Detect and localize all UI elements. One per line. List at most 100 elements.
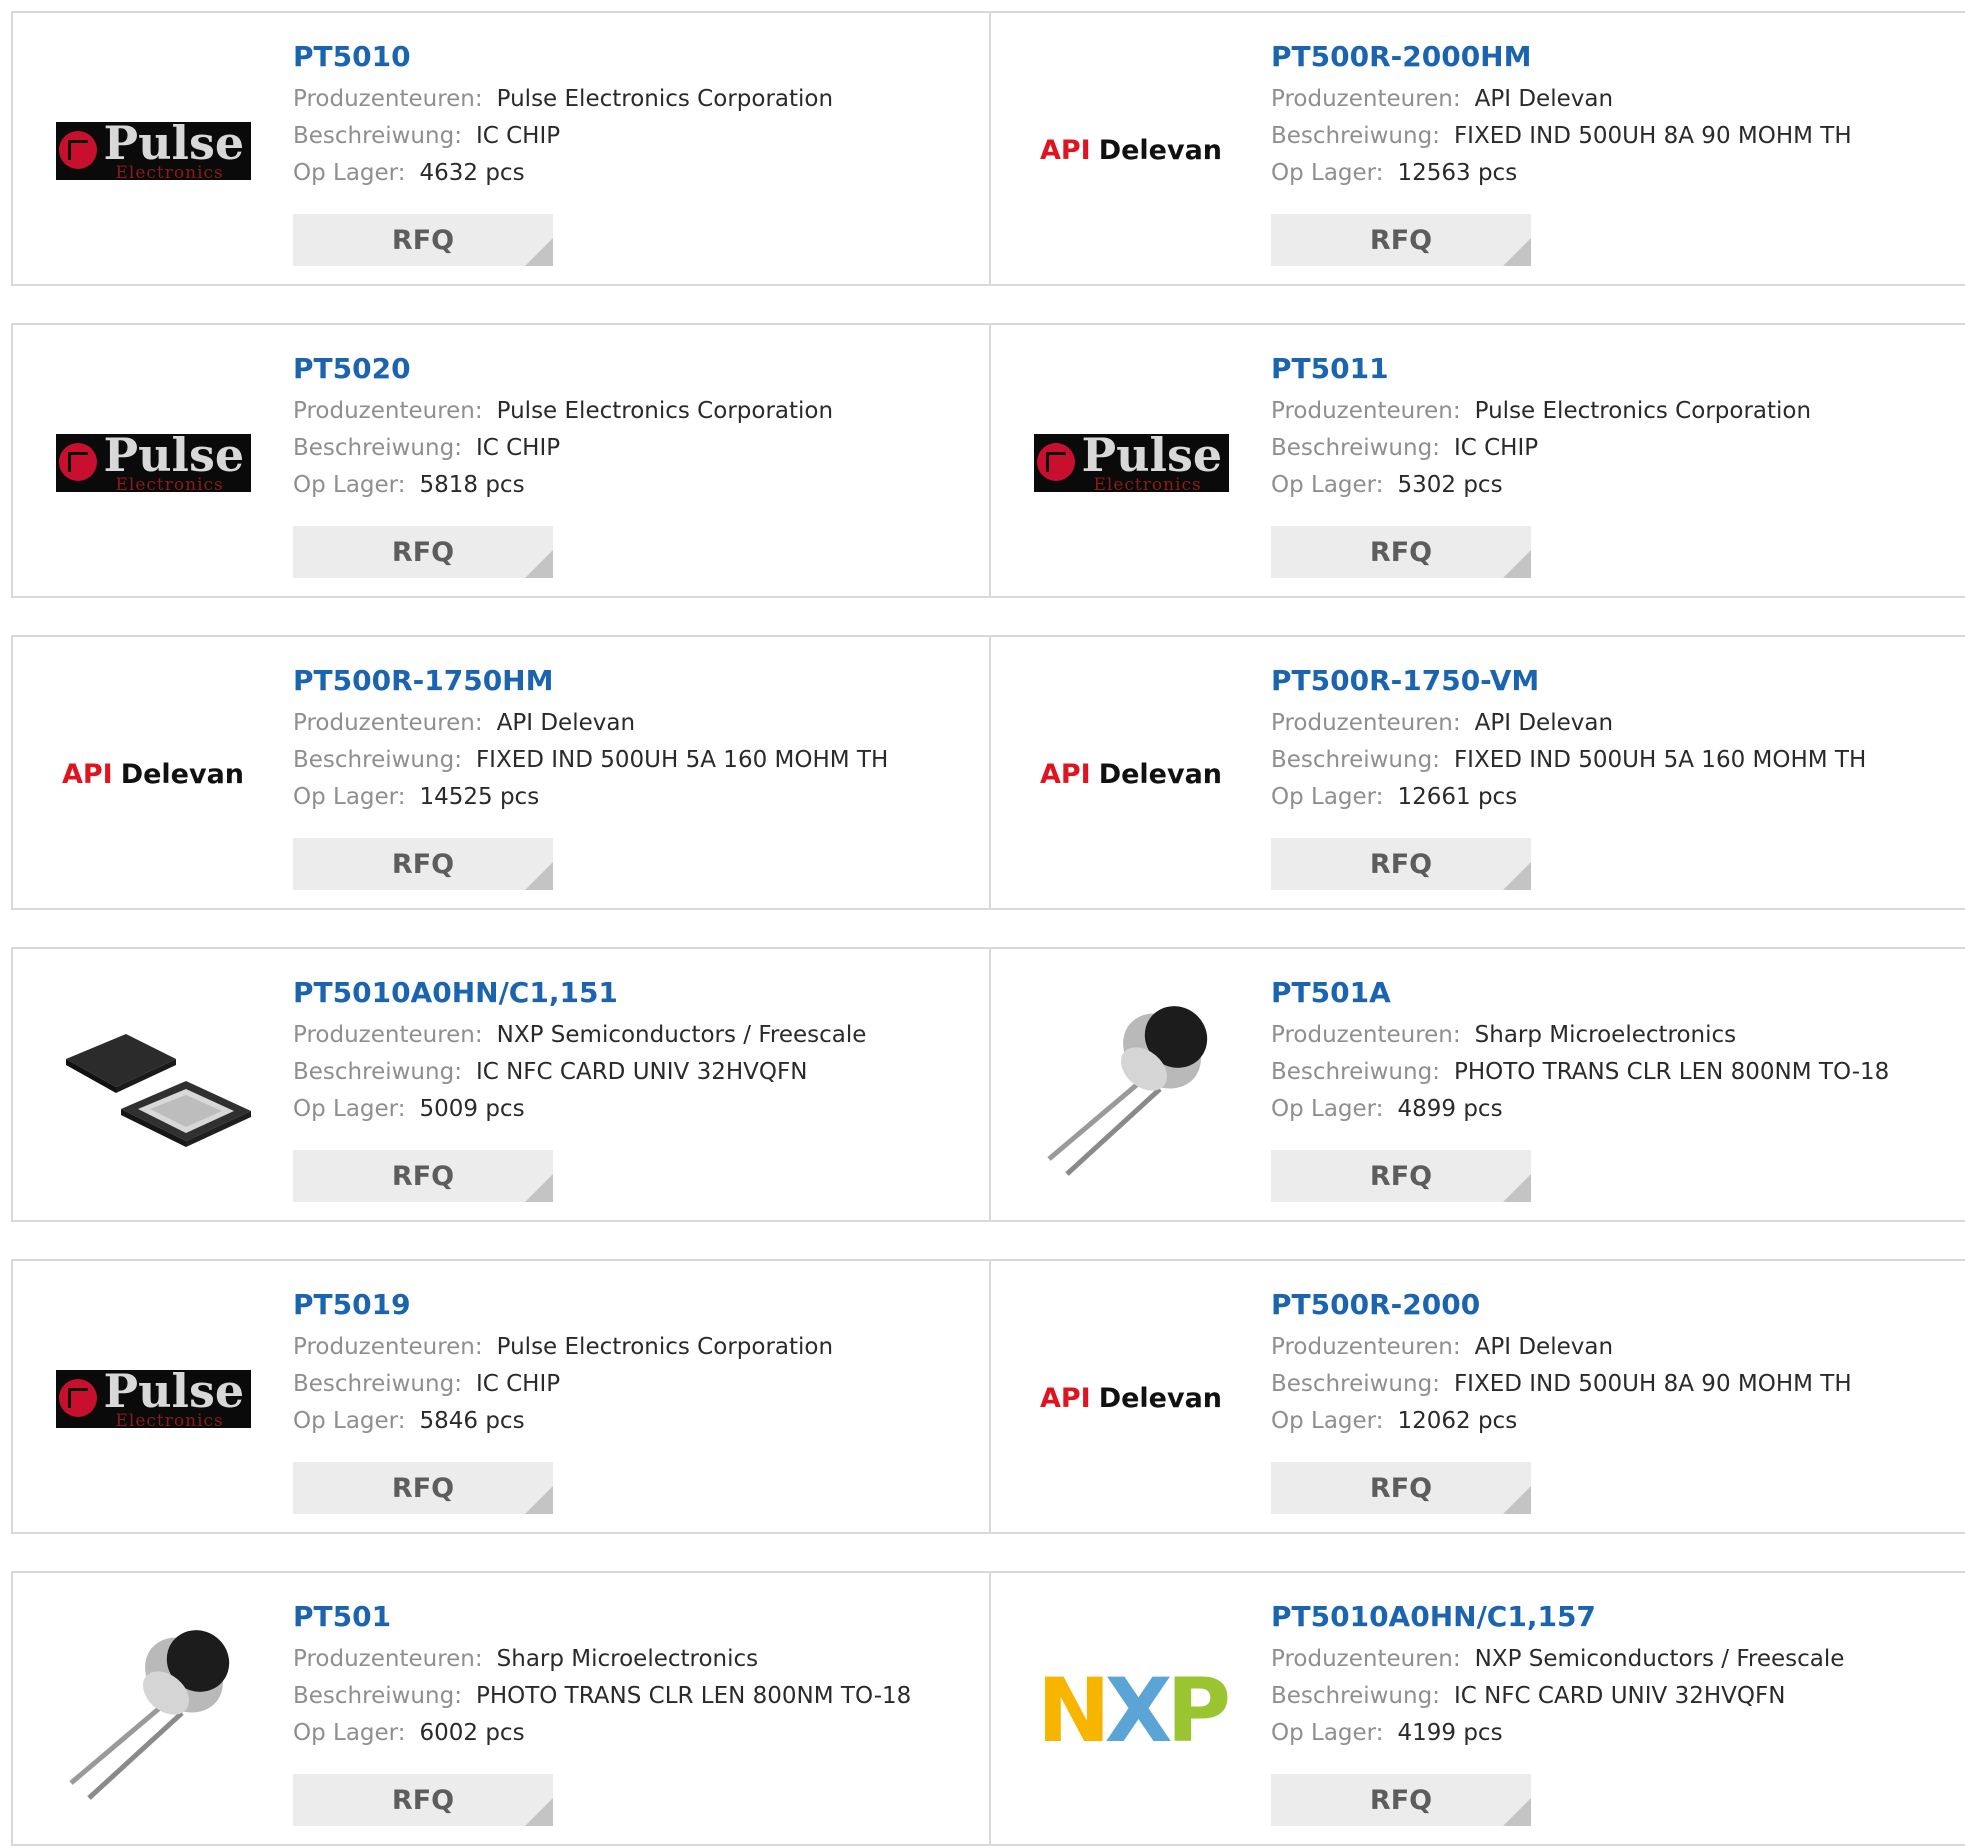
pulse-electronics-logo: Pulse Electronics [1033, 433, 1229, 492]
product-card: NXP PT5010A0HN/C1,157 Produzenteuren: NXP… [989, 1571, 1965, 1846]
corner-triangle-icon [525, 1486, 553, 1514]
description-value: PHOTO TRANS CLR LEN 800NM TO-18 [475, 1683, 912, 1709]
product-name-link[interactable]: PT500R-1750HM [293, 667, 979, 695]
product-image[interactable] [53, 989, 253, 1184]
product-name-link[interactable]: PT500R-2000 [1271, 1291, 1957, 1319]
manufacturer-label: Produzenteuren: [293, 710, 483, 736]
rfq-button[interactable]: RFQ [293, 526, 553, 578]
api-delevan-logo: API Delevan [1040, 759, 1222, 790]
stock-label: Op Lager: [293, 784, 406, 810]
rfq-button[interactable]: RFQ [293, 838, 553, 890]
api-logo-brand: API [1039, 135, 1091, 166]
manufacturer-value: Pulse Electronics Corporation [496, 1334, 834, 1360]
phototransistor-image [1046, 1006, 1207, 1176]
product-name-link[interactable]: PT501A [1271, 979, 1957, 1007]
api-logo-brand: API [61, 759, 113, 790]
product-info: PT5010A0HN/C1,151 Produzenteuren: NXP Sem… [293, 979, 979, 1128]
nxp-logo-n: N [1036, 1658, 1111, 1762]
api-logo-name: Delevan [1098, 759, 1223, 790]
rfq-button[interactable]: RFQ [1271, 1462, 1531, 1514]
pulse-logo-sub: Electronics [115, 162, 224, 180]
product-image[interactable]: Pulse Electronics [53, 53, 253, 248]
rfq-button[interactable]: RFQ [293, 1774, 553, 1826]
product-name-link[interactable]: PT501 [293, 1603, 979, 1631]
product-info: PT501 Produzenteuren: Sharp Microelectron… [293, 1603, 979, 1752]
api-delevan-logo: API Delevan [1040, 135, 1222, 166]
product-name-link[interactable]: PT5011 [1271, 355, 1957, 383]
nxp-logo-p: P [1166, 1658, 1231, 1762]
manufacturer-row: Produzenteuren: Pulse Electronics Corpora… [1271, 393, 1957, 430]
rfq-label: RFQ [1369, 1472, 1433, 1504]
description-label: Beschreiwung: [293, 123, 462, 149]
description-label: Beschreiwung: [1271, 1059, 1440, 1085]
rfq-button[interactable]: RFQ [293, 1462, 553, 1514]
pulse-mark-icon [58, 442, 97, 481]
rfq-label: RFQ [391, 1160, 455, 1192]
product-info: PT5010 Produzenteuren: Pulse Electronics … [293, 43, 979, 192]
manufacturer-value: Pulse Electronics Corporation [496, 398, 834, 424]
product-card: Pulse Electronics PT5020 Produzenteuren:… [11, 323, 989, 598]
description-value: IC NFC CARD UNIV 32HVQFN [1453, 1683, 1786, 1709]
api-logo-brand: API [1039, 1383, 1091, 1414]
product-image[interactable]: Pulse Electronics [1031, 365, 1231, 560]
manufacturer-value: Pulse Electronics Corporation [1474, 398, 1812, 424]
manufacturer-label: Produzenteuren: [293, 1334, 483, 1360]
rfq-button[interactable]: RFQ [1271, 1774, 1531, 1826]
product-name-link[interactable]: PT500R-2000HM [1271, 43, 1957, 71]
corner-triangle-icon [1503, 1486, 1531, 1514]
rfq-button[interactable]: RFQ [293, 214, 553, 266]
stock-value: 4632 pcs [419, 160, 525, 186]
product-name-link[interactable]: PT5019 [293, 1291, 979, 1319]
product-image[interactable]: NXP [1031, 1613, 1231, 1808]
stock-label: Op Lager: [1271, 472, 1384, 498]
product-name-link[interactable]: PT5020 [293, 355, 979, 383]
product-name-link[interactable]: PT5010 [293, 43, 979, 71]
manufacturer-value: Sharp Microelectronics [1474, 1022, 1737, 1048]
stock-row: Op Lager: 6002 pcs [293, 1715, 979, 1752]
product-image[interactable] [1031, 989, 1231, 1184]
stock-label: Op Lager: [1271, 1096, 1384, 1122]
api-logo-name: Delevan [1098, 135, 1223, 166]
description-row: Beschreiwung: FIXED IND 500UH 8A 90 MOHM … [1271, 1366, 1957, 1403]
corner-triangle-icon [525, 1174, 553, 1202]
product-image[interactable]: Pulse Electronics [53, 365, 253, 560]
rfq-button[interactable]: RFQ [293, 1150, 553, 1202]
product-info: PT5019 Produzenteuren: Pulse Electronics … [293, 1291, 979, 1440]
manufacturer-value: API Delevan [1474, 710, 1614, 736]
product-image[interactable] [53, 1613, 253, 1808]
stock-label: Op Lager: [1271, 1720, 1384, 1746]
stock-label: Op Lager: [1271, 160, 1384, 186]
stock-label: Op Lager: [293, 1408, 406, 1434]
description-row: Beschreiwung: FIXED IND 500UH 5A 160 MOHM… [293, 742, 979, 779]
product-image[interactable]: API Delevan [53, 677, 253, 872]
product-image[interactable]: API Delevan [1031, 677, 1231, 872]
manufacturer-label: Produzenteuren: [293, 1022, 483, 1048]
rfq-button[interactable]: RFQ [1271, 838, 1531, 890]
product-image[interactable]: API Delevan [1031, 1301, 1231, 1496]
stock-value: 5302 pcs [1397, 472, 1503, 498]
manufacturer-value: Sharp Microelectronics [496, 1646, 759, 1672]
manufacturer-label: Produzenteuren: [293, 1646, 483, 1672]
manufacturer-value: NXP Semiconductors / Freescale [1474, 1646, 1845, 1672]
manufacturer-label: Produzenteuren: [1271, 1646, 1461, 1672]
product-card: Pulse Electronics PT5010 Produzenteuren:… [11, 11, 989, 286]
product-name-link[interactable]: PT500R-1750-VM [1271, 667, 1957, 695]
description-row: Beschreiwung: IC NFC CARD UNIV 32HVQFN [293, 1054, 979, 1091]
product-name-link[interactable]: PT5010A0HN/C1,151 [293, 979, 979, 1007]
manufacturer-row: Produzenteuren: Pulse Electronics Corpora… [293, 1329, 979, 1366]
manufacturer-label: Produzenteuren: [1271, 86, 1461, 112]
product-name-link[interactable]: PT5010A0HN/C1,157 [1271, 1603, 1957, 1631]
product-image[interactable]: Pulse Electronics [53, 1301, 253, 1496]
description-label: Beschreiwung: [1271, 747, 1440, 773]
rfq-button[interactable]: RFQ [1271, 214, 1531, 266]
rfq-button[interactable]: RFQ [1271, 526, 1531, 578]
api-logo-brand: API [1039, 759, 1091, 790]
corner-triangle-icon [525, 1798, 553, 1826]
product-image[interactable]: API Delevan [1031, 53, 1231, 248]
rfq-button[interactable]: RFQ [1271, 1150, 1531, 1202]
rfq-label: RFQ [1369, 848, 1433, 880]
description-value: IC CHIP [475, 1371, 561, 1397]
stock-row: Op Lager: 5818 pcs [293, 467, 979, 504]
description-value: IC CHIP [1453, 435, 1539, 461]
manufacturer-row: Produzenteuren: Sharp Microelectronics [1271, 1017, 1957, 1054]
